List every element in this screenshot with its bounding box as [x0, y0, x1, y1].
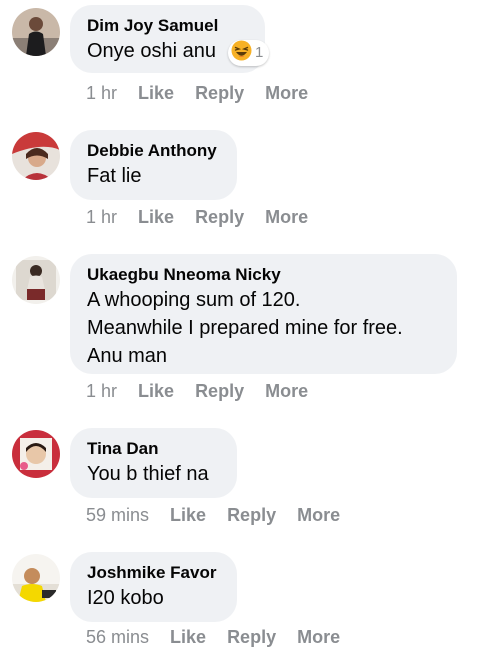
- like-button[interactable]: Like: [138, 381, 174, 402]
- comment-actions: 1 hr Like Reply More: [86, 81, 308, 105]
- reply-button[interactable]: Reply: [195, 207, 244, 228]
- comment-actions: 1 hr Like Reply More: [86, 205, 308, 229]
- more-button[interactable]: More: [265, 207, 308, 228]
- reaction-count: 1: [255, 44, 264, 61]
- comment-bubble: Joshmike Favor I20 kobo: [70, 552, 237, 622]
- timestamp[interactable]: 1 hr: [86, 207, 117, 228]
- avatar[interactable]: [12, 256, 60, 304]
- comment-text-line: A whooping sum of 120.: [87, 289, 301, 311]
- comment-actions: 56 mins Like Reply More: [86, 625, 340, 649]
- timestamp[interactable]: 56 mins: [86, 627, 149, 648]
- comment-text-line: Anu man: [87, 345, 168, 367]
- more-button[interactable]: More: [297, 627, 340, 648]
- avatar[interactable]: [12, 430, 60, 478]
- comment-author[interactable]: Ukaegbu Nneoma Nicky: [87, 264, 440, 286]
- more-button[interactable]: More: [265, 83, 308, 104]
- comment-bubble: Debbie Anthony Fat lie: [70, 130, 237, 200]
- comment-bubble: Dim Joy Samuel Onye oshi anu 1: [70, 5, 270, 73]
- comment-text: I20 kobo: [87, 587, 164, 609]
- comment-text-line: Meanwhile I prepared mine for free.: [87, 317, 403, 339]
- like-button[interactable]: Like: [170, 627, 206, 648]
- like-button[interactable]: Like: [170, 505, 206, 526]
- laughing-emoji-icon: [231, 40, 252, 66]
- reply-button[interactable]: Reply: [195, 381, 244, 402]
- comment-text: You b thief na: [87, 463, 209, 485]
- timestamp[interactable]: 1 hr: [86, 381, 117, 402]
- comment-bubble: Ukaegbu Nneoma Nicky A whooping sum of 1…: [70, 254, 457, 374]
- comment-author[interactable]: Joshmike Favor: [87, 562, 220, 584]
- avatar[interactable]: [12, 132, 60, 180]
- comment-actions: 59 mins Like Reply More: [86, 503, 340, 527]
- more-button[interactable]: More: [297, 505, 340, 526]
- avatar[interactable]: [12, 554, 60, 602]
- comment-author[interactable]: Debbie Anthony: [87, 140, 220, 162]
- timestamp[interactable]: 59 mins: [86, 505, 149, 526]
- timestamp[interactable]: 1 hr: [86, 83, 117, 104]
- comment-text: Fat lie: [87, 165, 142, 187]
- reply-button[interactable]: Reply: [227, 505, 276, 526]
- reply-button[interactable]: Reply: [227, 627, 276, 648]
- comment-author[interactable]: Tina Dan: [87, 438, 220, 460]
- like-button[interactable]: Like: [138, 83, 174, 104]
- like-button[interactable]: Like: [138, 207, 174, 228]
- comment-text: Onye oshi anu: [87, 40, 216, 62]
- reaction-badge[interactable]: 1: [228, 40, 270, 66]
- reply-button[interactable]: Reply: [195, 83, 244, 104]
- comment-author[interactable]: Dim Joy Samuel: [87, 15, 248, 37]
- comment-actions: 1 hr Like Reply More: [86, 379, 308, 403]
- more-button[interactable]: More: [265, 381, 308, 402]
- comment-bubble: Tina Dan You b thief na: [70, 428, 237, 498]
- avatar[interactable]: [12, 8, 60, 56]
